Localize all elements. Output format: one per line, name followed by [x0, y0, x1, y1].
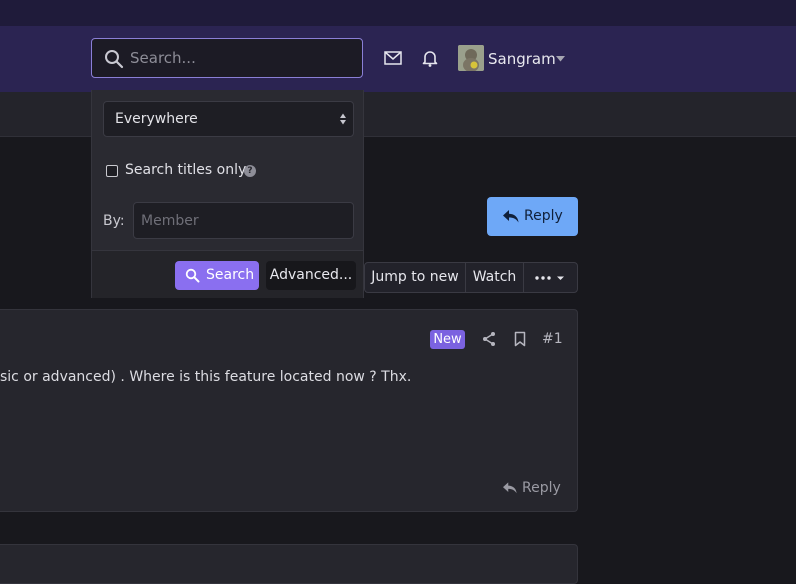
bell-icon[interactable] — [420, 48, 440, 68]
username[interactable]: Sangram — [488, 50, 556, 68]
bookmark-icon[interactable] — [512, 331, 528, 347]
reply-button[interactable]: Reply — [487, 197, 578, 236]
titles-only-checkbox[interactable] — [106, 165, 118, 177]
search-dropdown: Everywhere Search titles only ? By: Sear… — [91, 90, 364, 298]
reply-icon — [503, 482, 517, 494]
avatar[interactable] — [458, 45, 484, 71]
help-icon[interactable]: ? — [244, 165, 256, 177]
search-icon — [105, 50, 124, 69]
member-field[interactable] — [133, 202, 354, 239]
post-number-link[interactable]: #1 — [542, 331, 563, 347]
next-post-card — [0, 544, 578, 584]
select-arrows-icon — [340, 113, 346, 125]
top-strip — [0, 0, 796, 26]
jump-to-new-button[interactable]: Jump to new — [365, 263, 466, 292]
search-scope-value: Everywhere — [115, 111, 198, 127]
search-box[interactable] — [91, 38, 363, 78]
search-icon — [185, 268, 200, 283]
post-body-text: sic or advanced) . Where is this feature… — [0, 369, 412, 385]
post-reply-link[interactable]: Reply — [503, 480, 561, 496]
search-button[interactable]: Search — [175, 261, 259, 290]
envelope-icon[interactable] — [383, 48, 403, 68]
titles-only-label[interactable]: Search titles only — [125, 162, 246, 178]
search-input[interactable] — [130, 47, 350, 69]
reply-icon — [503, 210, 519, 223]
reply-button-label: Reply — [524, 208, 563, 224]
search-scope-select[interactable]: Everywhere — [103, 101, 354, 137]
search-dropdown-footer: Search Advanced... — [92, 250, 363, 298]
advanced-search-button[interactable]: Advanced... — [266, 261, 356, 290]
new-badge: New — [430, 330, 465, 349]
share-icon[interactable] — [481, 331, 497, 347]
ellipsis-icon — [535, 276, 564, 280]
chevron-down-icon[interactable] — [556, 56, 565, 62]
post-reply-label: Reply — [522, 480, 561, 496]
avatar-image — [458, 45, 484, 71]
by-label: By: — [103, 213, 125, 229]
search-button-label: Search — [206, 267, 255, 283]
watch-button[interactable]: Watch — [466, 263, 524, 292]
